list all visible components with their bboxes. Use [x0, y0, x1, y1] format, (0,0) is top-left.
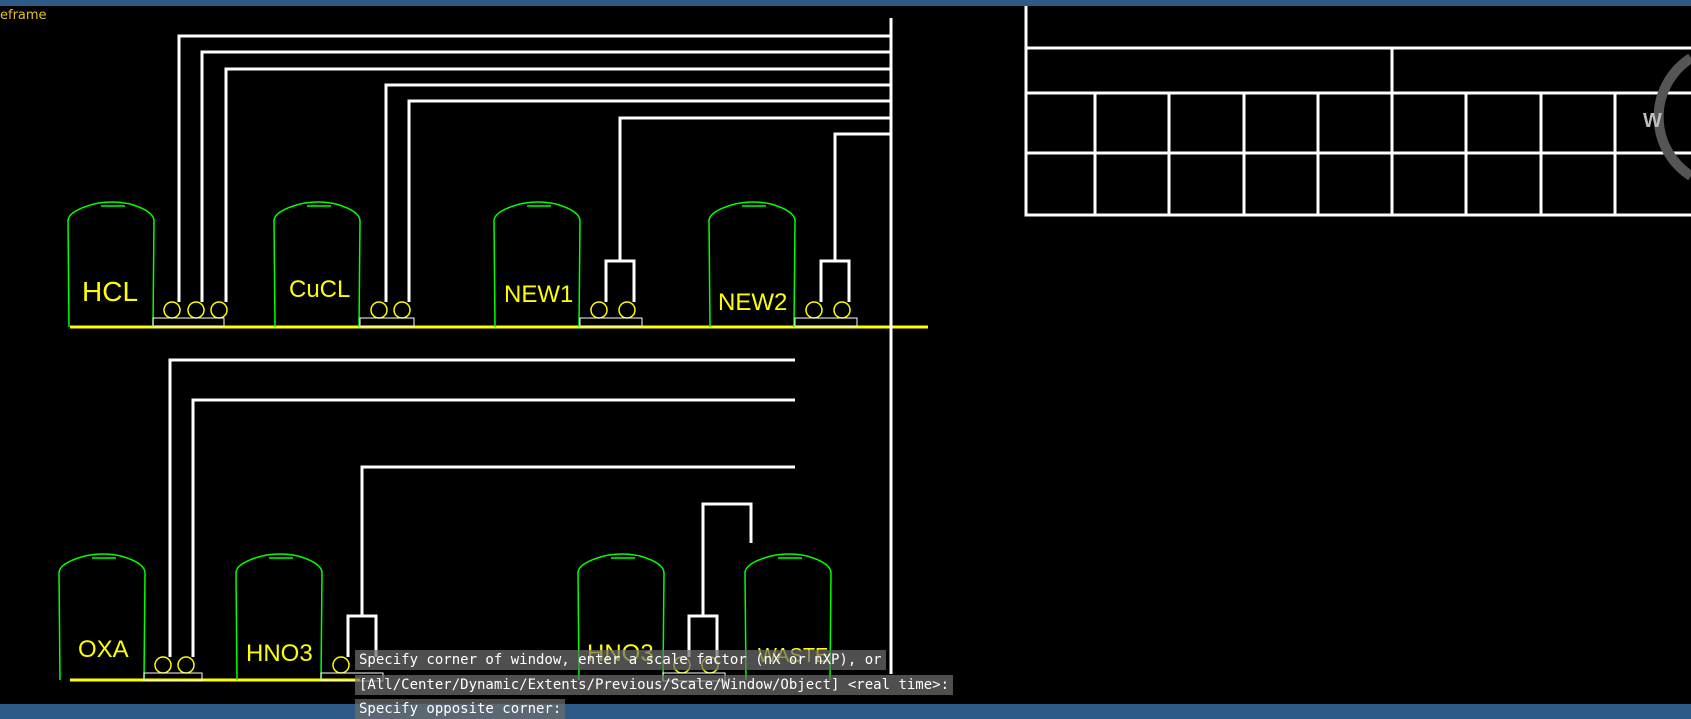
title-block-table	[1024, 6, 1691, 217]
tank-label-hno3-left: HNO3	[246, 640, 313, 667]
tank-label-cucl: CuCL	[289, 276, 351, 303]
drawing-viewport[interactable]: eframe HCL CuCL NEW1 NEW2 OXA HNO3 HNO3 …	[0, 6, 1691, 704]
viewport-frame-label: eframe	[0, 8, 47, 23]
tank-shapes	[58, 201, 832, 681]
tank-label-oxa: OXA	[78, 636, 129, 663]
tank-label-hcl: HCL	[82, 276, 139, 307]
viewcube-ring[interactable]	[1653, 53, 1691, 181]
bottom-pipe-run	[168, 358, 795, 657]
tank-label-new2: NEW2	[718, 289, 788, 316]
command-history-line: Specify corner of window, enter a scale …	[355, 650, 886, 670]
viewcube-west-label[interactable]: W	[1643, 110, 1662, 133]
pump-bases	[143, 317, 858, 682]
top-pipe-run	[177, 34, 891, 302]
command-history-line: [All/Center/Dynamic/Extents/Previous/Sca…	[355, 675, 954, 695]
cad-drawing[interactable]	[0, 6, 1691, 704]
command-history-line: Specify opposite corner:	[355, 699, 566, 719]
tank-label-new1: NEW1	[504, 281, 574, 308]
